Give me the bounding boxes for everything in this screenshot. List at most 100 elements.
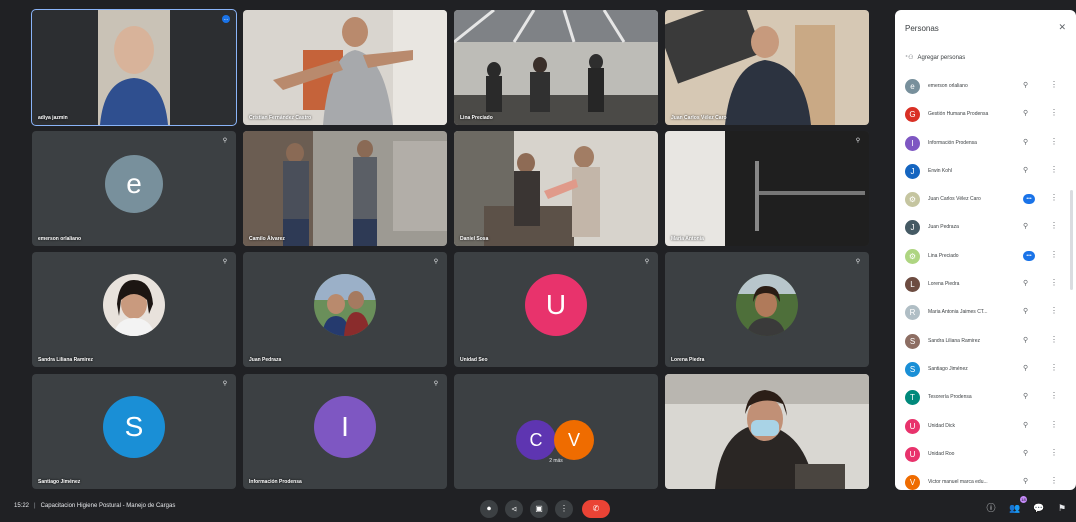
participant-tile[interactable]: e ⚲ emerson orlaliano bbox=[32, 131, 236, 246]
camera-video bbox=[32, 10, 236, 125]
participant-name: Juan Carlos Vélez Caro bbox=[671, 115, 727, 121]
camera-button[interactable]: ⏿ bbox=[505, 500, 523, 518]
participant-name: Unidad Seo bbox=[460, 357, 488, 363]
participant-tile[interactable]: Cristian Fernández Castro bbox=[243, 10, 447, 125]
pinned-badge: ••• bbox=[1023, 250, 1035, 261]
mic-muted-icon: ⚲ bbox=[644, 259, 650, 265]
participant-avatar: J bbox=[905, 220, 920, 236]
participant-tile[interactable]: S ⚲ Santiago Jiménez bbox=[32, 374, 236, 489]
more-options-icon[interactable]: ⋮ bbox=[1050, 335, 1058, 344]
mic-muted-icon: ⚲ bbox=[433, 381, 439, 387]
mic-muted-icon: ⚲ bbox=[433, 259, 439, 265]
participant-name: Sandra Liliana Ramirez bbox=[928, 337, 980, 344]
people-icon[interactable]: 👥 bbox=[1008, 501, 1022, 515]
panel-scrollbar[interactable] bbox=[1070, 190, 1073, 290]
list-item[interactable]: ⚙ Juan Carlos Vélez Caro ••• ⋮ bbox=[895, 186, 1076, 214]
mic-muted-icon: ⚲ bbox=[1023, 478, 1029, 486]
participant-tile[interactable]: Camilo Álvarez bbox=[243, 131, 447, 246]
mic-muted-icon: ⚲ bbox=[1023, 166, 1029, 174]
participant-avatar: C bbox=[516, 420, 556, 460]
participant-avatar: I bbox=[905, 135, 920, 151]
participant-name: Maria Antonia Jaimes CT... bbox=[928, 309, 988, 316]
participant-list: e emerson orlaliano ⚲ ⋮ G Gestión Humana… bbox=[895, 73, 1076, 490]
participant-name: Unidad Roo bbox=[928, 450, 955, 457]
more-options-icon[interactable]: ⋮ bbox=[1050, 108, 1058, 117]
list-item[interactable]: U Unidad Roo ⚲ ⋮ bbox=[895, 441, 1076, 469]
overflow-count-label: 2 más bbox=[549, 458, 563, 464]
chat-icon[interactable]: 💬 bbox=[1032, 501, 1046, 515]
participant-tile[interactable]: Juan Carlos Vélez Caro bbox=[665, 10, 869, 125]
participant-tile[interactable]: ⚲ Juan Pedraza bbox=[243, 252, 447, 367]
participant-avatar: I bbox=[314, 395, 376, 458]
add-people-label: Agregar personas bbox=[917, 55, 966, 61]
self-view-tile[interactable] bbox=[665, 374, 869, 489]
list-item[interactable]: R Maria Antonia Jaimes CT... ⚲ ⋮ bbox=[895, 299, 1076, 327]
more-options-icon[interactable]: ⋮ bbox=[1050, 250, 1058, 259]
mic-muted-icon: ⚲ bbox=[1023, 223, 1029, 231]
more-options-button[interactable]: ⋮ bbox=[555, 500, 573, 518]
participant-name: Juan Carlos Vélez Caro bbox=[928, 196, 981, 203]
end-call-button[interactable]: ✆ bbox=[582, 500, 610, 518]
more-options-icon[interactable]: ⋮ bbox=[1050, 391, 1058, 400]
mic-muted-icon: ⚲ bbox=[1023, 138, 1029, 146]
meeting-title: Capacitacion Higiene Postural - Manejo d… bbox=[40, 503, 176, 509]
more-options-icon[interactable]: ⋮ bbox=[1050, 193, 1058, 202]
more-options-icon[interactable]: ⋮ bbox=[1050, 80, 1058, 89]
people-count-badge: 18 bbox=[1020, 496, 1027, 503]
separator: | bbox=[34, 503, 36, 509]
list-item[interactable]: ⚙ Lina Preciado ••• ⋮ bbox=[895, 243, 1076, 271]
meet-call-window: ... adiya jazmin Cristian Fernández Cast… bbox=[0, 0, 1076, 522]
activities-icon[interactable]: ⚑ bbox=[1055, 501, 1069, 515]
mic-muted-icon: ⚲ bbox=[855, 138, 861, 144]
participant-tile[interactable]: ⚲ Maria Antonia bbox=[665, 131, 869, 246]
participant-avatar: S bbox=[905, 333, 920, 349]
more-options-icon[interactable]: ⋮ bbox=[1050, 363, 1058, 372]
list-item[interactable]: S Santiago Jiménez ⚲ ⋮ bbox=[895, 356, 1076, 384]
mic-muted-icon: ⚲ bbox=[1023, 336, 1029, 344]
list-item[interactable]: I Información Prodensa ⚲ ⋮ bbox=[895, 130, 1076, 158]
close-icon[interactable]: ✕ bbox=[1058, 22, 1066, 33]
participant-tile[interactable]: U ⚲ Unidad Seo bbox=[454, 252, 658, 367]
more-options-icon[interactable]: ⋮ bbox=[1050, 137, 1058, 146]
overflow-tile[interactable]: C V 2 más bbox=[454, 374, 658, 489]
more-options-icon[interactable]: ⋮ bbox=[1050, 420, 1058, 429]
more-options-icon[interactable]: ⋮ bbox=[1050, 165, 1058, 174]
pinned-badge: ••• bbox=[1023, 194, 1035, 205]
more-options-icon[interactable]: ⋮ bbox=[1050, 306, 1058, 315]
list-item[interactable]: J Erwin Kohl ⚲ ⋮ bbox=[895, 158, 1076, 186]
participant-tile[interactable]: ⚲ Lorena Piedra bbox=[665, 252, 869, 367]
list-item[interactable]: G Gestión Humana Prodensa ⚲ ⋮ bbox=[895, 101, 1076, 129]
participant-avatar: G bbox=[905, 107, 920, 123]
participant-avatar: U bbox=[905, 418, 920, 434]
participant-name: Gestión Humana Prodensa bbox=[928, 111, 989, 118]
participant-avatar: J bbox=[905, 163, 920, 179]
participant-tile[interactable]: Daniel Sosa bbox=[454, 131, 658, 246]
participant-name: Tesorería Prodensa bbox=[928, 394, 972, 401]
add-people-button[interactable]: ⁺⚇ Agregar personas bbox=[905, 54, 965, 61]
list-item[interactable]: e emerson orlaliano ⚲ ⋮ bbox=[895, 73, 1076, 101]
participant-avatar: L bbox=[905, 277, 920, 293]
list-item[interactable]: L Lorena Piedra ⚲ ⋮ bbox=[895, 271, 1076, 299]
list-item[interactable]: V Victor manuel marca edu... ⚲ ⋮ bbox=[895, 469, 1076, 490]
list-item[interactable]: U Unidad Dick ⚲ ⋮ bbox=[895, 413, 1076, 441]
more-options-icon[interactable]: ⋮ bbox=[1050, 476, 1058, 485]
list-item[interactable]: J Juan Pedraza ⚲ ⋮ bbox=[895, 214, 1076, 242]
participant-tile[interactable]: Lina Preciado bbox=[454, 10, 658, 125]
participant-tile[interactable]: ⚲ Sandra Liliana Ramirez bbox=[32, 252, 236, 367]
camera-video bbox=[665, 10, 869, 125]
info-icon[interactable]: ⓘ bbox=[984, 501, 998, 515]
present-button[interactable]: ▣ bbox=[530, 500, 548, 518]
more-options-icon[interactable]: ⋮ bbox=[1050, 448, 1058, 457]
list-item[interactable]: S Sandra Liliana Ramirez ⚲ ⋮ bbox=[895, 328, 1076, 356]
participant-tile[interactable]: ... adiya jazmin bbox=[31, 9, 237, 126]
mic-button[interactable]: ⏺ bbox=[480, 500, 498, 518]
more-options-icon[interactable]: ⋮ bbox=[1050, 278, 1058, 287]
participant-name: emerson orlaliano bbox=[928, 83, 968, 89]
camera-video bbox=[454, 131, 658, 246]
mic-muted-icon: ⚲ bbox=[1023, 110, 1029, 118]
list-item[interactable]: T Tesorería Prodensa ⚲ ⋮ bbox=[895, 384, 1076, 412]
participant-tile[interactable]: I ⚲ Información Prodensa bbox=[243, 374, 447, 489]
more-options-icon[interactable]: ⋮ bbox=[1050, 221, 1058, 230]
mic-muted-icon: ⚲ bbox=[1023, 280, 1029, 288]
participant-name: adiya jazmin bbox=[38, 115, 68, 121]
